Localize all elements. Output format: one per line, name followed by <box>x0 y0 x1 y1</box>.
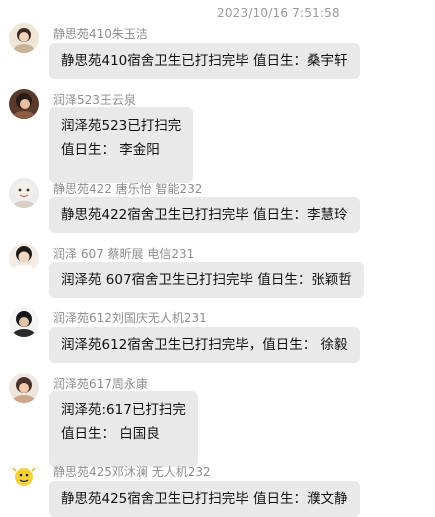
avatar[interactable] <box>9 178 39 208</box>
message-text: 值日生： 白国良 <box>61 426 160 442</box>
message-bubble[interactable]: 静思苑410宿舍卫生已打扫完毕 值日生：桑宇轩 <box>49 43 360 79</box>
sender-name: 静思苑410朱玉洁 <box>53 27 148 41</box>
message-bubble[interactable]: 静思苑425宿舍卫生已打扫完毕 值日生：濮文静 <box>49 481 360 517</box>
message-text: 静思苑422宿舍卫生已打扫完毕 值日生：李慧玲 <box>61 207 348 223</box>
avatar[interactable] <box>9 89 39 119</box>
avatar[interactable] <box>9 373 39 403</box>
avatar[interactable] <box>9 243 39 273</box>
message-text: 润泽苑523已打扫完 <box>61 118 182 134</box>
message-text: 润泽苑612宿舍卫生已打扫完毕，值日生： 徐毅 <box>61 337 348 353</box>
message-text: 润泽苑:617已打扫完 <box>61 402 186 418</box>
avatar[interactable] <box>9 307 39 337</box>
sender-name: 润泽523王云泉 <box>53 93 136 107</box>
sender-name: 静思苑425邓沐澜 无人机232 <box>53 465 211 479</box>
message-text: 润泽苑 607宿舍卫生已打扫完毕 值日生：张颖哲 <box>61 272 352 288</box>
chat-history: 2023/10/16 7:51:58 静思苑410朱玉洁 静思苑410宿舍卫生已… <box>0 0 435 517</box>
sender-name: 润泽苑612刘国庆无人机231 <box>53 311 207 325</box>
message-bubble[interactable]: 润泽苑523已打扫完 值日生： 李金阳 <box>49 107 194 183</box>
message-bubble[interactable]: 润泽苑 607宿舍卫生已打扫完毕 值日生：张颖哲 <box>49 262 364 298</box>
message-timestamp: 2023/10/16 7:51:58 <box>217 6 340 20</box>
sender-name: 润泽苑617周永康 <box>53 377 148 391</box>
sender-name: 润泽 607 蔡昕展 电信231 <box>53 247 195 261</box>
message-bubble[interactable]: 润泽苑612宿舍卫生已打扫完毕，值日生： 徐毅 <box>49 327 360 363</box>
message-text: 静思苑425宿舍卫生已打扫完毕 值日生：濮文静 <box>61 491 348 507</box>
avatar[interactable] <box>9 23 39 53</box>
avatar[interactable] <box>9 462 39 492</box>
message-bubble[interactable]: 润泽苑:617已打扫完 值日生： 白国良 <box>49 391 198 467</box>
sender-name: 静思苑422 唐乐怡 智能232 <box>53 182 203 196</box>
message-text: 值日生： 李金阳 <box>61 142 160 158</box>
message-bubble[interactable]: 静思苑422宿舍卫生已打扫完毕 值日生：李慧玲 <box>49 197 360 233</box>
message-text: 静思苑410宿舍卫生已打扫完毕 值日生：桑宇轩 <box>61 53 348 69</box>
